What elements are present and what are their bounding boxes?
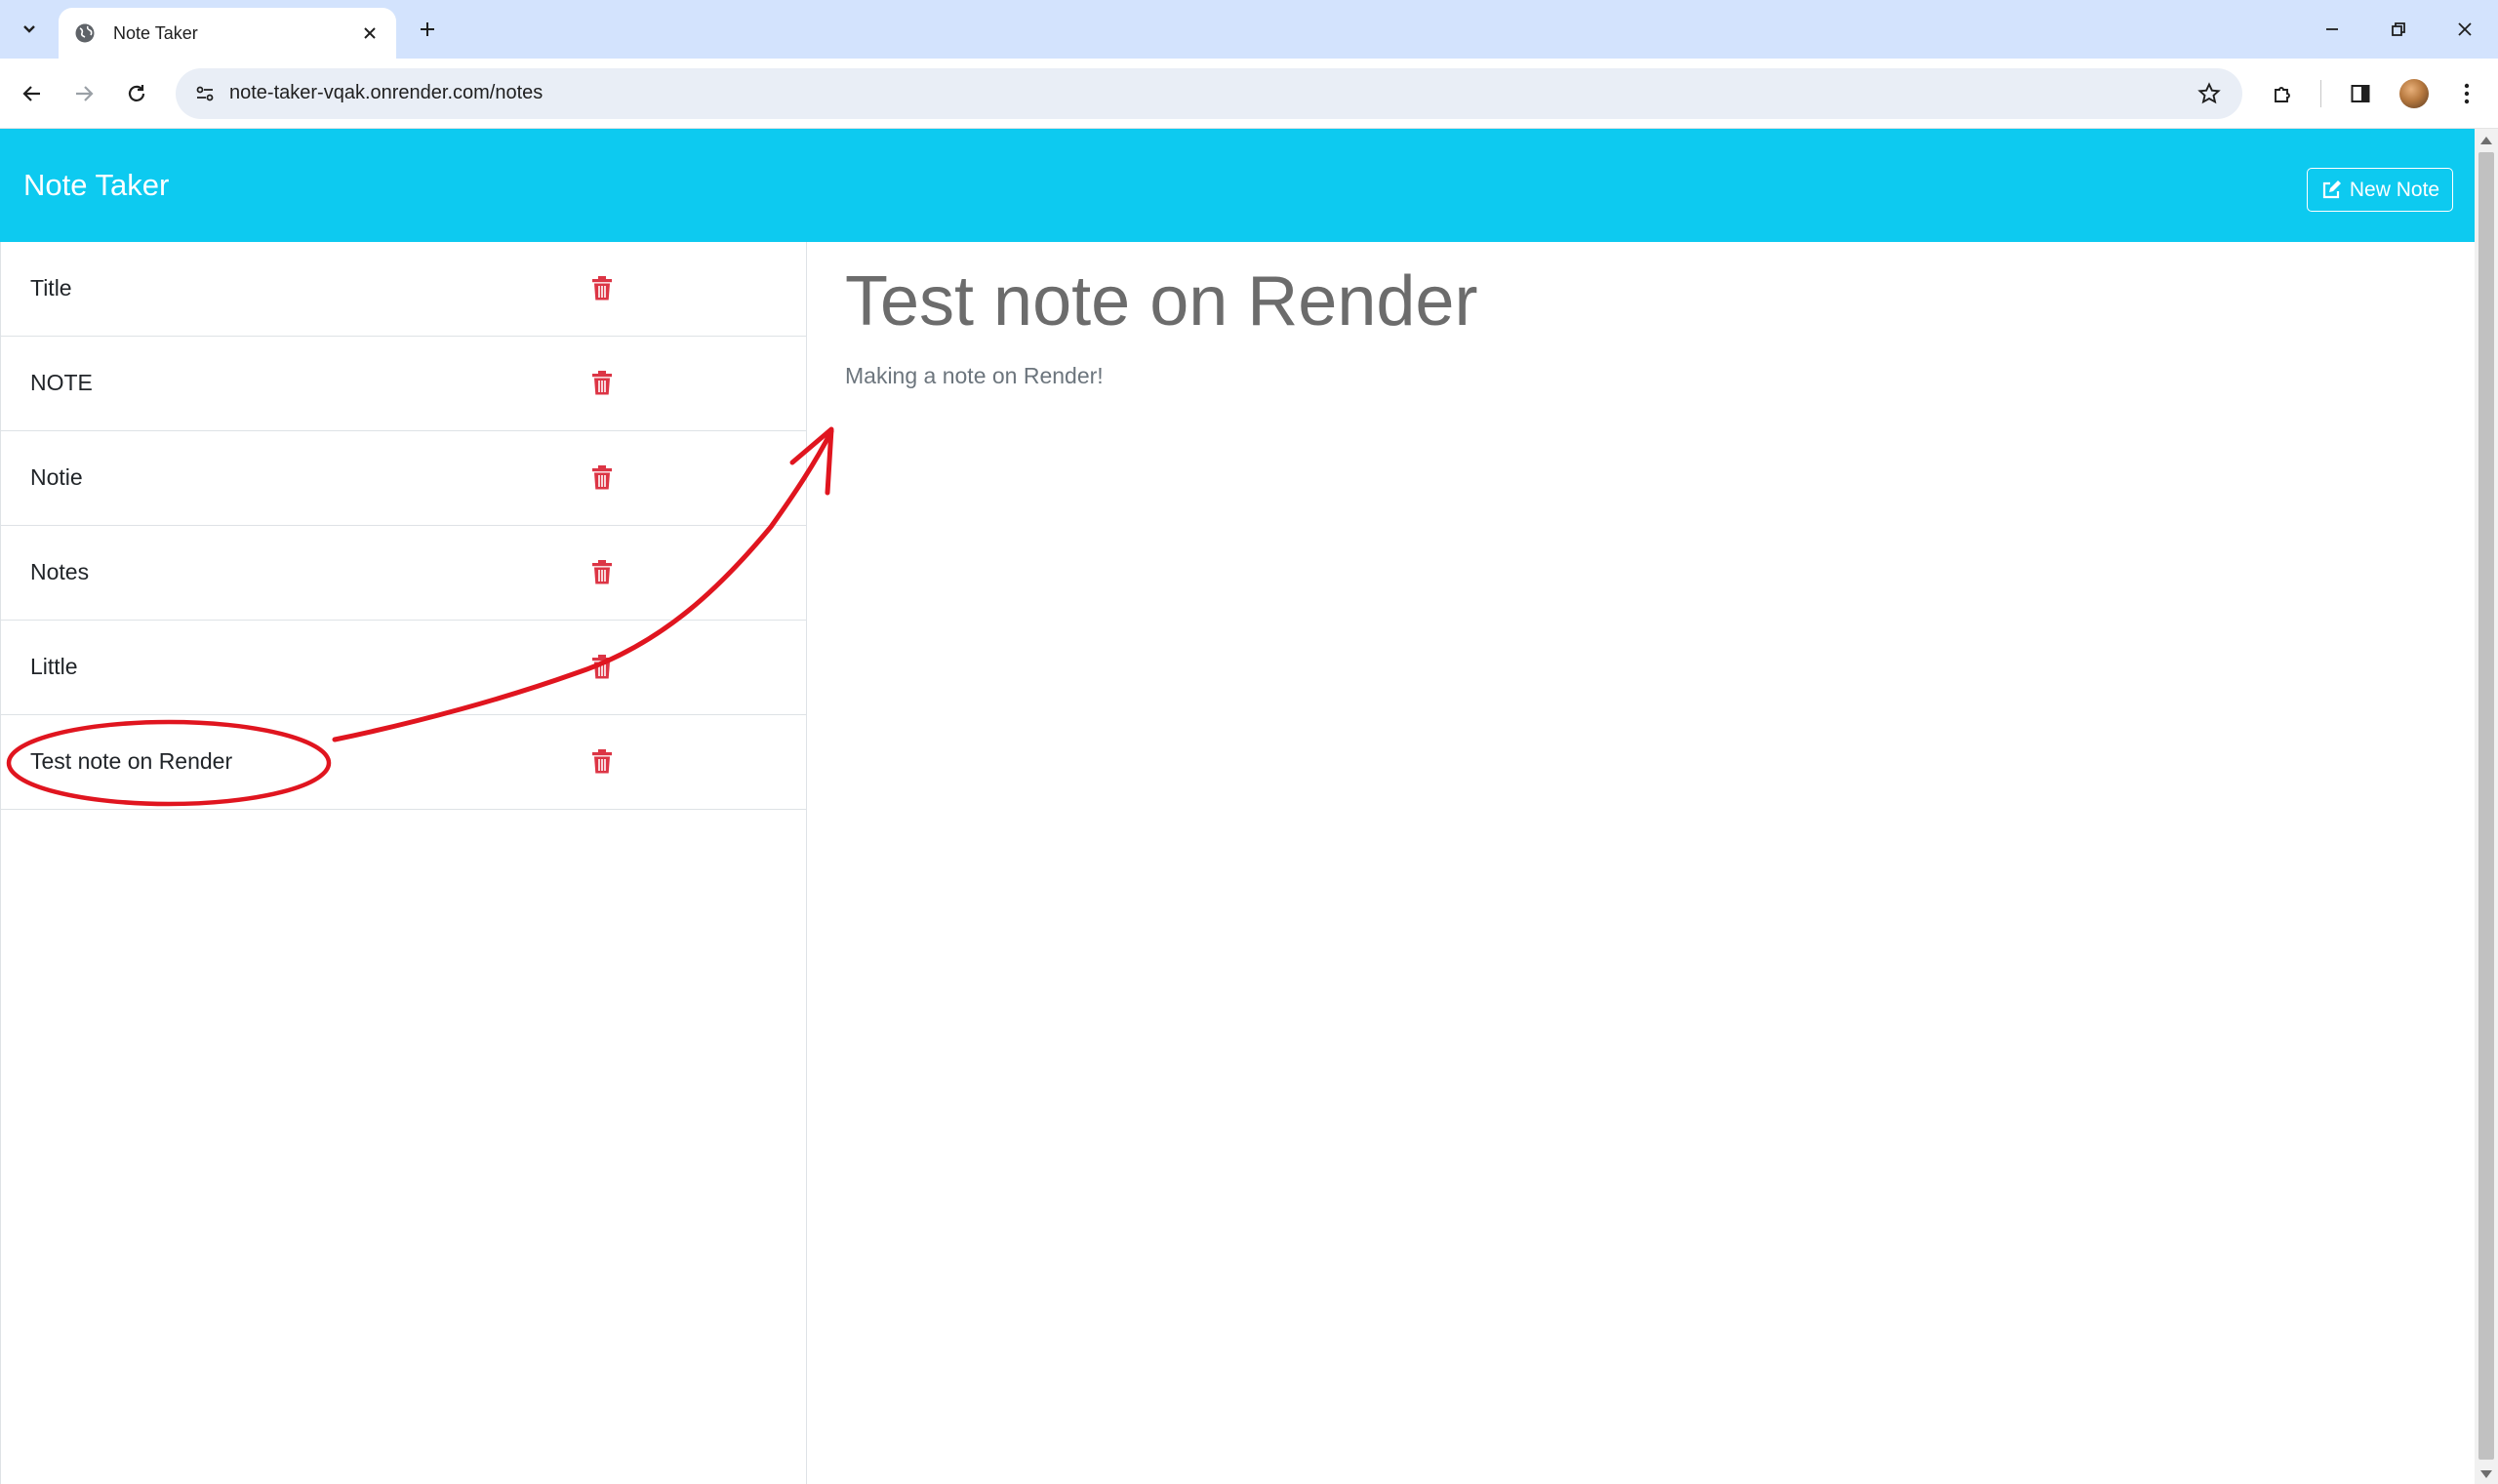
side-panel-icon	[2351, 85, 2370, 102]
trash-icon[interactable]	[589, 463, 615, 493]
note-editor: Test note on Render Making a note on Ren…	[808, 242, 2475, 1484]
new-note-button[interactable]: New Note	[2307, 168, 2453, 212]
page-scrollbar[interactable]	[2475, 129, 2498, 1484]
note-title: Title	[30, 275, 72, 301]
note-title: NOTE	[30, 370, 93, 395]
page-content: Note Taker New Note Title NOTE Notie Not…	[0, 129, 2475, 1484]
note-title: Notie	[30, 464, 83, 490]
note-title-input[interactable]: Test note on Render	[845, 261, 1477, 341]
list-item-active[interactable]: Test note on Render	[1, 715, 807, 810]
arrow-right-icon	[76, 86, 94, 101]
plus-icon	[421, 22, 434, 36]
trash-icon[interactable]	[589, 274, 615, 303]
trash-icon[interactable]	[589, 369, 615, 398]
side-panel-button[interactable]	[2339, 72, 2382, 115]
note-text-area[interactable]: Making a note on Render!	[845, 363, 1104, 389]
trash-icon[interactable]	[589, 653, 615, 682]
browser-tab[interactable]: Note Taker	[59, 8, 396, 59]
arrow-left-icon	[22, 86, 40, 101]
site-settings-icon[interactable]	[189, 78, 221, 109]
bookmark-star-icon[interactable]	[2194, 78, 2225, 109]
puzzle-icon	[2275, 87, 2290, 102]
app-brand[interactable]: Note Taker	[23, 168, 169, 203]
forward-button[interactable]	[62, 72, 105, 115]
trash-icon[interactable]	[589, 747, 615, 777]
profile-button[interactable]	[2393, 72, 2436, 115]
new-tab-button[interactable]	[410, 12, 445, 47]
trash-icon[interactable]	[589, 558, 615, 587]
chevron-down-icon	[23, 25, 35, 33]
browser-tab-strip: Note Taker	[0, 0, 2498, 59]
note-title: Test note on Render	[30, 748, 233, 774]
restore-icon	[2392, 22, 2405, 36]
note-title: Notes	[30, 559, 90, 584]
url-text: note-taker-vqak.onrender.com/notes	[229, 82, 544, 103]
list-item[interactable]: Little	[1, 621, 807, 715]
back-button[interactable]	[11, 72, 54, 115]
note-title: Little	[30, 654, 78, 679]
kebab-menu-icon	[2464, 83, 2470, 104]
tab-title: Note Taker	[113, 22, 198, 43]
scroll-up-arrow-icon[interactable]	[2480, 137, 2492, 144]
globe-icon	[72, 20, 98, 46]
tab-search-button[interactable]	[10, 10, 49, 49]
note-list: Title NOTE Notie Notes Little Test note …	[0, 242, 807, 1484]
restore-button[interactable]	[2377, 8, 2420, 51]
list-item[interactable]: Title	[1, 242, 807, 337]
minimize-icon	[2326, 28, 2338, 30]
close-window-button[interactable]	[2443, 8, 2486, 51]
list-item[interactable]: NOTE	[1, 337, 807, 431]
list-item[interactable]: Notes	[1, 526, 807, 621]
browser-menu-button[interactable]	[2445, 72, 2488, 115]
reload-icon	[128, 85, 145, 101]
browser-toolbar: note-taker-vqak.onrender.com/notes	[0, 59, 2498, 129]
close-icon	[2458, 22, 2472, 36]
new-note-label: New Note	[2349, 178, 2440, 201]
list-item[interactable]: Notie	[1, 431, 807, 526]
pencil-square-icon	[2322, 180, 2341, 198]
address-bar[interactable]: note-taker-vqak.onrender.com/notes	[176, 68, 2242, 119]
minimize-button[interactable]	[2311, 8, 2354, 51]
close-tab-icon[interactable]	[355, 19, 384, 48]
extensions-button[interactable]	[2262, 72, 2305, 115]
toolbar-divider	[2320, 80, 2321, 107]
reload-button[interactable]	[115, 72, 158, 115]
app-navbar: Note Taker New Note	[0, 129, 2475, 242]
scroll-down-arrow-icon[interactable]	[2480, 1470, 2492, 1478]
avatar	[2399, 79, 2429, 108]
scrollbar-thumb[interactable]	[2478, 152, 2494, 1460]
